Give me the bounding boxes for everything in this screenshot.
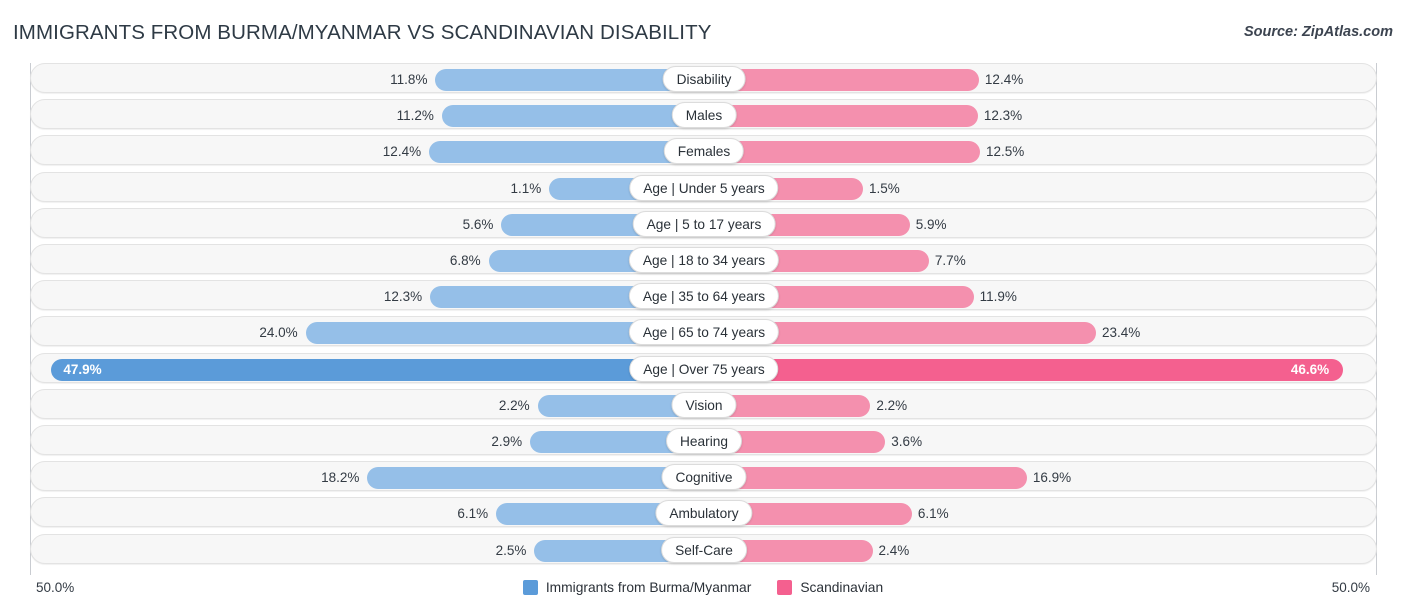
category-label-pill: Disability [662,66,746,92]
bar-value-right: 46.6% [1290,361,1330,377]
category-label-pill: Age | Over 75 years [629,355,779,382]
axis-line-left [30,63,31,575]
bar-left [367,467,704,490]
category-label-pill: Hearing [666,428,742,454]
chart-plot-area: 11.8% 12.4% Disability 11.2% 12.3% Males 12.4%… [0,60,1406,575]
legend-item[interactable]: Scandinavian [777,580,883,595]
table-row[interactable]: 11.2% 12.3% Males [30,99,1377,130]
bar-value-left: 12.3% [383,289,423,305]
table-row[interactable]: 5.6% 5.9% Age | 5 to 17 years [30,207,1377,238]
legend-label: Immigrants from Burma/Myanmar [545,580,752,595]
legend-swatch-icon [522,580,538,595]
bar-value-right: 16.9% [1032,470,1072,486]
table-row[interactable]: 6.1% 6.1% Ambulatory [30,497,1377,528]
table-row[interactable]: 2.5% 2.4% Self-Care [30,533,1377,564]
bar-value-right: 2.4% [878,542,910,558]
table-row[interactable]: 47.9% 46.6% Age | Over 75 years [30,352,1377,383]
bar-left [429,141,704,164]
bar-value-right: 1.5% [868,180,900,196]
table-row[interactable]: 18.2% 16.9% Cognitive [30,461,1377,492]
bar-value-right: 11.9% [979,289,1017,305]
bar-value-left: 2.5% [495,542,527,558]
chart-legend: Immigrants from Burma/Myanmar Scandinavia… [0,580,1406,595]
bar-value-left: 6.8% [449,253,481,268]
bar-value-right: 23.4% [1101,325,1141,341]
table-row[interactable]: 12.3% 11.9% Age | 35 to 64 years [30,280,1377,311]
bar-value-right: 7.7% [934,253,966,268]
legend-label: Scandinavian [800,580,884,595]
category-label-pill: Males [671,102,737,129]
table-row[interactable]: 2.9% 3.6% Hearing [30,425,1377,455]
bar-value-left: 1.1% [510,180,542,196]
chart-footer: 50.0% 50.0% Immigrants from Burma/Myanma… [0,572,1406,612]
category-label-pill: Age | 35 to 64 years [628,283,780,310]
bar-value-left: 12.4% [382,144,422,160]
bar-value-left: 11.8% [390,72,428,87]
bar-value-left: 5.6% [462,216,494,232]
category-label-pill: Age | Under 5 years [629,174,779,201]
category-label-pill: Self-Care [661,536,747,563]
table-row[interactable]: 12.4% 12.5% Females [30,135,1377,166]
bar-value-left: 2.2% [498,397,530,413]
table-row[interactable]: 24.0% 23.4% Age | 65 to 74 years [30,316,1377,347]
axis-line-right [1376,63,1377,575]
category-label-pill: Age | 5 to 17 years [632,210,776,237]
legend-swatch-icon [777,580,793,595]
category-label-pill: Age | 65 to 74 years [628,319,780,346]
bar-right [704,105,978,128]
bar-left [441,105,704,128]
bar-value-left: 47.9% [63,361,102,377]
bar-value-right: 12.4% [984,72,1024,87]
bar-value-left: 18.2% [321,470,360,486]
category-label-pill: Cognitive [661,464,747,491]
bar-left [51,358,704,381]
bar-value-left: 11.2% [396,108,434,124]
legend-item[interactable]: Immigrants from Burma/Myanmar [522,580,752,595]
category-label-pill: Females [663,138,745,165]
source-attribution: Source: ZipAtlas.com [1243,24,1393,40]
table-row[interactable]: 11.8% 12.4% Disability [30,63,1377,93]
table-row[interactable]: 1.1% 1.5% Age | Under 5 years [30,171,1377,202]
bar-value-left: 6.1% [457,506,489,522]
table-row[interactable]: 6.8% 7.7% Age | 18 to 34 years [30,244,1377,274]
table-row[interactable]: 2.2% 2.2% Vision [30,388,1377,419]
category-label-pill: Vision [671,391,737,418]
chart-header: IMMIGRANTS FROM BURMA/MYANMAR VS SCANDIN… [0,0,1406,60]
bar-value-right: 12.3% [983,108,1023,124]
bar-value-left: 24.0% [259,325,298,341]
bar-right [704,358,1343,381]
bar-value-right: 12.5% [986,144,1025,160]
bar-value-right: 2.2% [876,397,908,413]
bar-right [704,141,980,164]
bar-right [704,467,1027,490]
bar-value-left: 2.9% [491,434,523,449]
bar-value-right: 3.6% [891,434,923,449]
category-label-pill: Ambulatory [655,500,753,527]
page-title: IMMIGRANTS FROM BURMA/MYANMAR VS SCANDIN… [13,21,712,44]
category-label-pill: Age | 18 to 34 years [628,247,780,273]
bar-value-right: 5.9% [915,216,947,232]
bar-value-right: 6.1% [917,506,949,522]
